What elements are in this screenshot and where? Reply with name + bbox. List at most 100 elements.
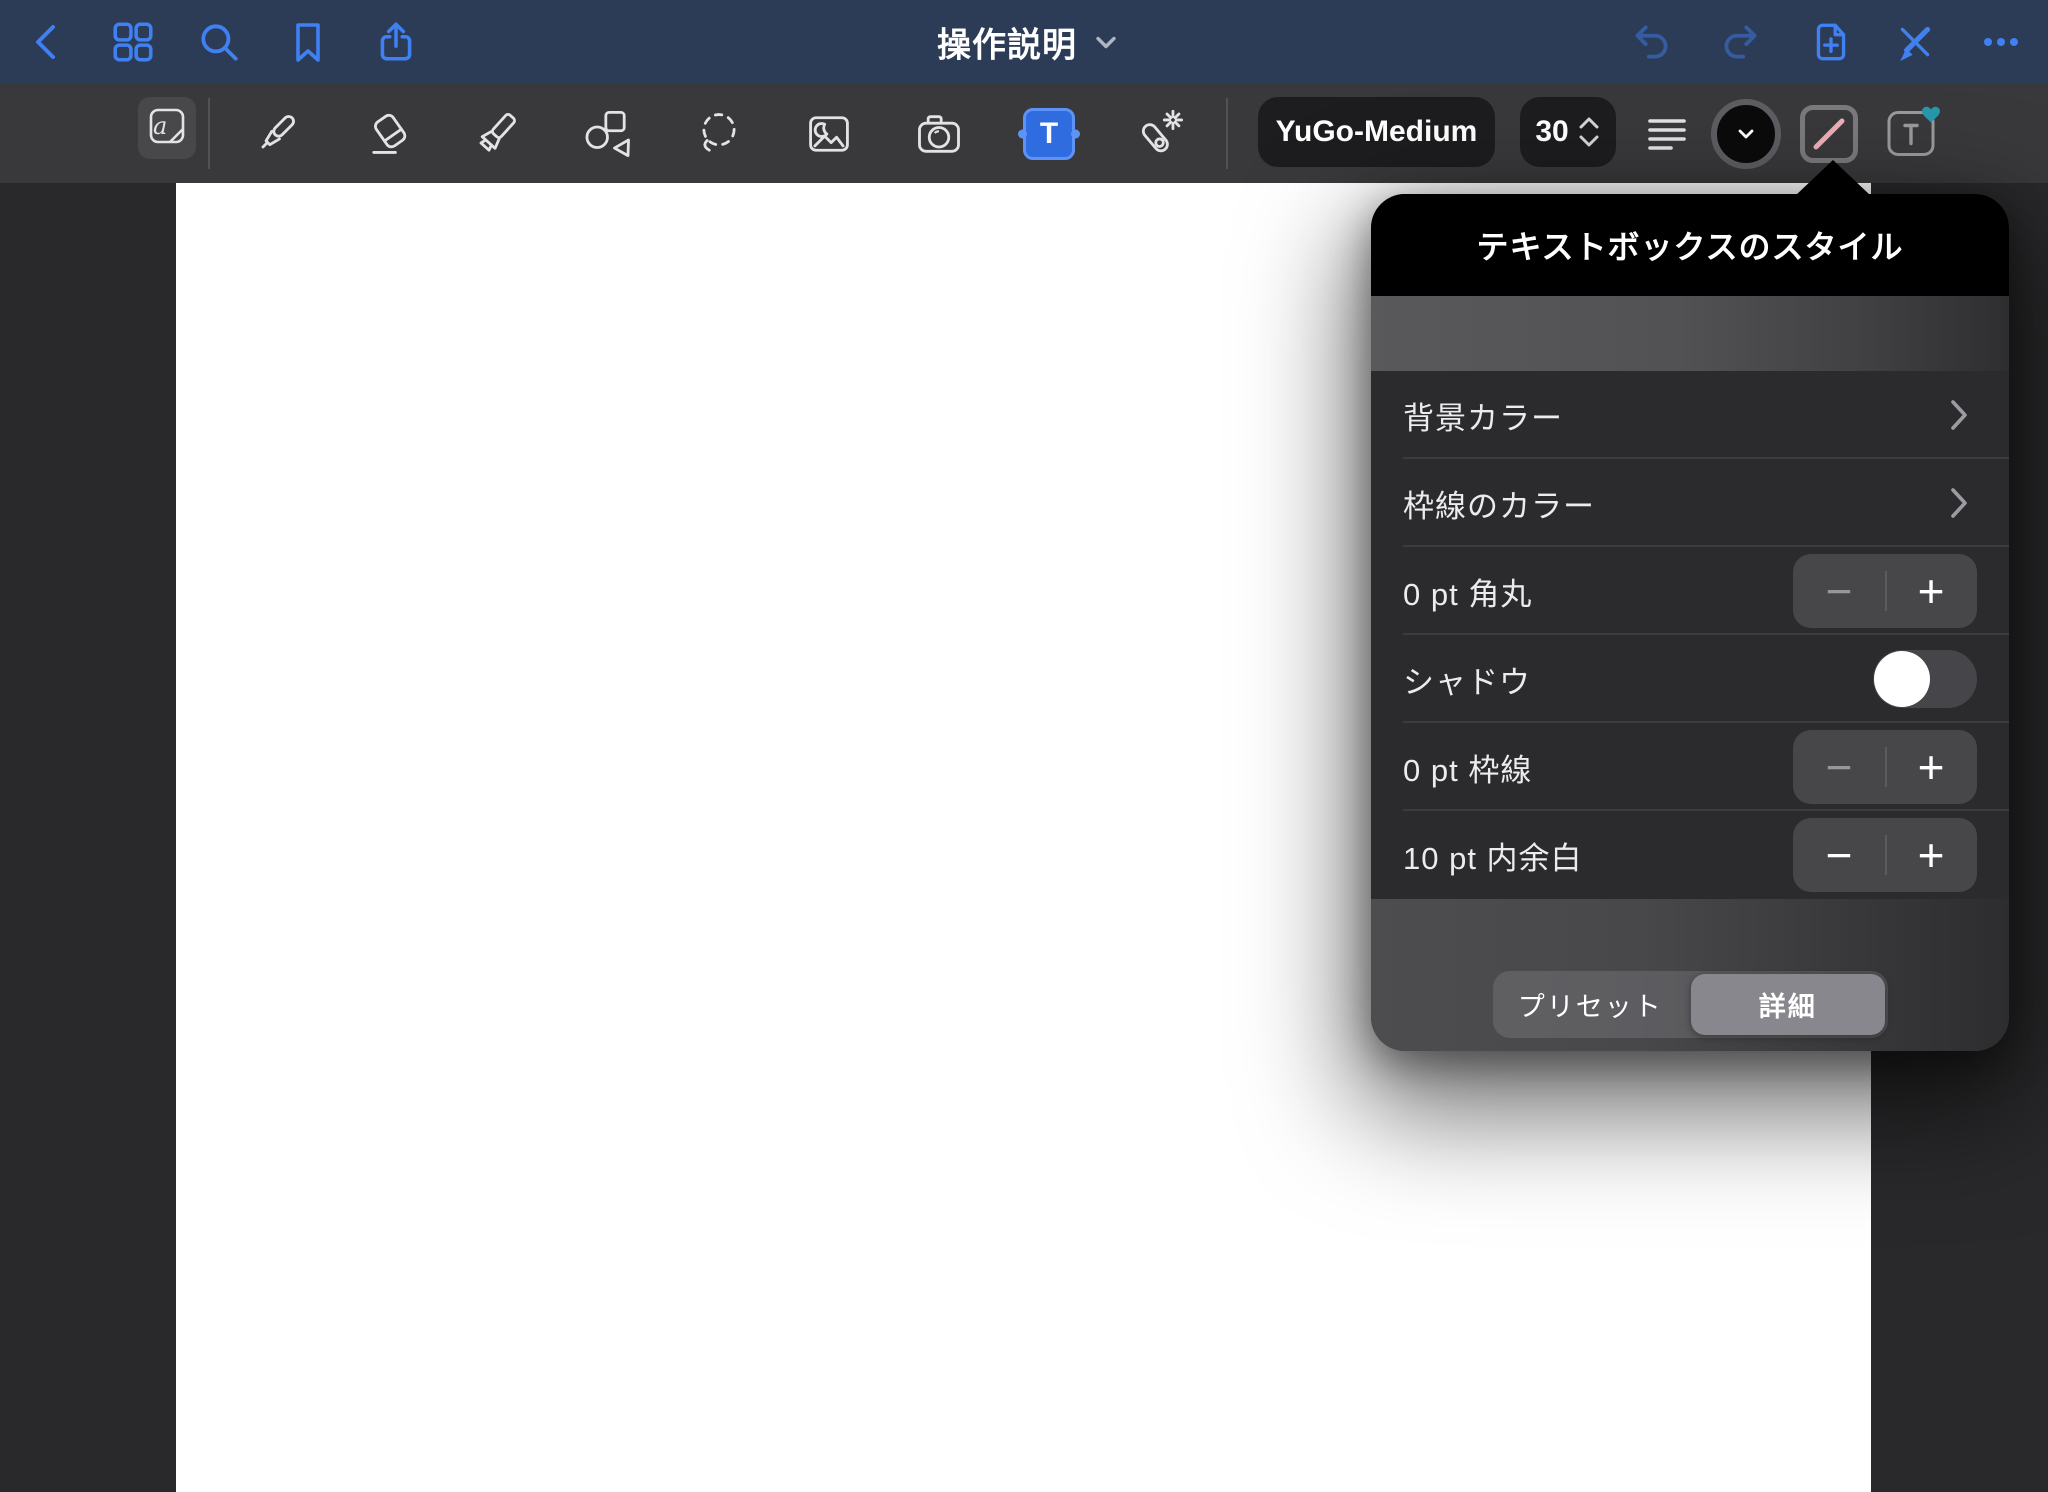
row-border-width: 0 pt 枠線 − + bbox=[1371, 723, 2009, 811]
toolbar-divider bbox=[208, 98, 210, 169]
font-family-button[interactable]: YuGo-Medium bbox=[1258, 97, 1495, 167]
up-down-chevrons-icon bbox=[1577, 115, 1601, 149]
stepper-plus-button[interactable]: + bbox=[1885, 732, 1977, 802]
lasso-tool[interactable] bbox=[692, 107, 746, 161]
add-page-button[interactable] bbox=[1808, 19, 1854, 65]
search-icon bbox=[196, 19, 242, 65]
textbox-style-button[interactable] bbox=[1800, 105, 1858, 163]
redo-button[interactable] bbox=[1717, 19, 1763, 65]
shapes-tool[interactable] bbox=[581, 107, 635, 161]
border-width-stepper: − + bbox=[1793, 730, 1977, 804]
text-color-swatch[interactable] bbox=[1711, 99, 1781, 169]
row-label: 0 pt 枠線 bbox=[1403, 745, 1793, 790]
row-label: 0 pt 角丸 bbox=[1403, 569, 1793, 614]
laser-pointer-icon bbox=[1133, 107, 1187, 161]
lasso-icon bbox=[692, 107, 746, 161]
share-button[interactable] bbox=[373, 19, 419, 65]
grid-icon bbox=[110, 19, 156, 65]
page-curl-icon: a bbox=[144, 103, 190, 154]
row-label: 枠線のカラー bbox=[1403, 481, 1949, 526]
bookmark-button[interactable] bbox=[286, 20, 330, 64]
style-preview-band bbox=[1371, 296, 2009, 371]
popover-header: テキストボックスのスタイル bbox=[1371, 194, 2009, 296]
font-size-value: 30 bbox=[1535, 115, 1568, 149]
image-tool[interactable] bbox=[803, 108, 855, 160]
goodnotes-app: 操作説明 bbox=[0, 0, 2048, 1492]
share-icon bbox=[373, 19, 419, 65]
font-size-stepper[interactable]: 30 bbox=[1520, 97, 1616, 167]
top-navigation-bar: 操作説明 bbox=[0, 0, 2048, 84]
stepper-divider bbox=[1885, 835, 1887, 875]
svg-text:a: a bbox=[153, 112, 167, 140]
stepper-minus-button[interactable]: − bbox=[1793, 556, 1885, 626]
bookmark-icon bbox=[286, 20, 330, 64]
stylus-mode-button[interactable] bbox=[1892, 19, 1938, 65]
chevron-right-icon bbox=[1949, 398, 1969, 432]
image-icon bbox=[803, 108, 855, 160]
popover-title: テキストボックスのスタイル bbox=[1476, 222, 1903, 268]
back-button[interactable] bbox=[26, 20, 70, 64]
stepper-plus-button[interactable]: + bbox=[1885, 556, 1977, 626]
stepper-divider bbox=[1885, 747, 1887, 787]
eraser-tool[interactable] bbox=[364, 108, 416, 160]
row-label: 背景カラー bbox=[1403, 393, 1949, 438]
font-family-label: YuGo-Medium bbox=[1276, 115, 1478, 149]
eraser-icon bbox=[364, 108, 416, 160]
row-label: 10 pt 内余白 bbox=[1403, 833, 1793, 878]
stepper-minus-button[interactable]: − bbox=[1793, 732, 1885, 802]
row-label: シャドウ bbox=[1403, 657, 1873, 702]
shapes-icon bbox=[581, 107, 635, 161]
toolbar-divider bbox=[1226, 98, 1228, 169]
highlighter-tool[interactable] bbox=[471, 108, 523, 160]
selection-handle-right bbox=[1071, 129, 1080, 138]
thumbnails-button[interactable] bbox=[110, 19, 156, 65]
row-shadow: シャドウ bbox=[1371, 635, 2009, 723]
camera-tool[interactable] bbox=[913, 108, 965, 160]
padding-stepper: − + bbox=[1793, 818, 1977, 892]
chevron-down-icon bbox=[1095, 35, 1117, 49]
corner-radius-stepper: − + bbox=[1793, 554, 1977, 628]
row-corner-radius: 0 pt 角丸 − + bbox=[1371, 547, 2009, 635]
style-settings-list: 背景カラー 枠線のカラー 0 pt 角丸 − + bbox=[1371, 371, 2009, 899]
highlighter-icon bbox=[471, 108, 523, 160]
pen-tool[interactable] bbox=[250, 108, 302, 160]
stepper-minus-button[interactable]: − bbox=[1793, 820, 1885, 890]
textbox-style-popover: テキストボックスのスタイル 背景カラー 枠線のカラー 0 pt 角丸 − bbox=[1371, 194, 2009, 1051]
stroke-style-icon bbox=[1809, 114, 1849, 154]
text-align-button[interactable] bbox=[1645, 112, 1689, 156]
segment-detail-selected[interactable]: 詳細 bbox=[1691, 974, 1886, 1035]
stepper-divider bbox=[1885, 571, 1887, 611]
align-left-icon bbox=[1645, 112, 1689, 156]
segment-preset[interactable]: プリセット bbox=[1493, 971, 1688, 1038]
row-padding: 10 pt 内余白 − + bbox=[1371, 811, 2009, 899]
tools-toolbar: a bbox=[0, 84, 2048, 183]
back-chevron-icon bbox=[26, 20, 70, 64]
more-menu-button[interactable] bbox=[1979, 20, 2023, 64]
camera-icon bbox=[913, 108, 965, 160]
document-title: 操作説明 bbox=[937, 18, 1077, 67]
ellipsis-icon bbox=[1979, 20, 2023, 64]
search-button[interactable] bbox=[196, 19, 242, 65]
crossed-pencil-icon bbox=[1892, 19, 1938, 65]
pen-icon bbox=[250, 108, 302, 160]
preset-detail-segmented-control: プリセット 詳細 bbox=[1493, 971, 1888, 1038]
text-tool-glyph: T bbox=[1040, 117, 1058, 151]
toggle-knob bbox=[1874, 651, 1930, 707]
row-background-color[interactable]: 背景カラー bbox=[1371, 371, 2009, 459]
text-tool-selected[interactable]: T bbox=[1023, 108, 1075, 160]
text-style-heart-icon bbox=[1882, 147, 1944, 164]
shadow-toggle-off[interactable] bbox=[1873, 650, 1977, 708]
popover-arrow bbox=[1795, 160, 1871, 196]
laser-pointer-tool[interactable] bbox=[1133, 107, 1187, 161]
selection-handle-left bbox=[1018, 129, 1027, 138]
redo-icon bbox=[1717, 19, 1763, 65]
undo-icon bbox=[1629, 19, 1675, 65]
undo-button[interactable] bbox=[1629, 19, 1675, 65]
chevron-right-icon bbox=[1949, 486, 1969, 520]
popover-footer: プリセット 詳細 bbox=[1371, 899, 2009, 1051]
stepper-plus-button[interactable]: + bbox=[1885, 820, 1977, 890]
document-title-menu[interactable]: 操作説明 bbox=[937, 18, 1117, 67]
favorite-text-style-button[interactable] bbox=[1882, 102, 1944, 165]
page-view-mode-button[interactable]: a bbox=[138, 97, 196, 159]
row-border-color[interactable]: 枠線のカラー bbox=[1371, 459, 2009, 547]
